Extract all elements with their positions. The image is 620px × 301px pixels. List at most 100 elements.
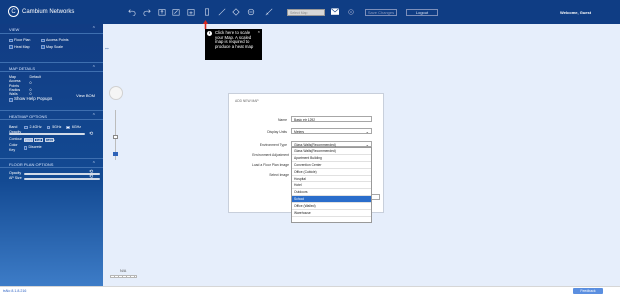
select-diamond-icon[interactable] <box>232 8 240 16</box>
map-details-header[interactable]: MAP DETAILS ⌃ <box>0 62 103 72</box>
detail-row: Access Points 0 <box>9 79 94 88</box>
footer-bar <box>0 286 620 301</box>
dropdown-option[interactable]: Hospital <box>292 176 371 183</box>
environment-adjustment-label: Environment Adjustment <box>252 153 289 157</box>
display-units-select[interactable]: Meters ⌄ <box>291 128 372 134</box>
select-image-label: Select Image <box>269 173 289 177</box>
settings-icon[interactable] <box>347 8 355 16</box>
view-section-title: VIEW <box>9 27 20 32</box>
dropdown-option[interactable]: Apartment Building <box>292 155 371 162</box>
upload-map-icon[interactable] <box>158 8 166 16</box>
view-option-heat-map[interactable]: Heat Map <box>9 45 41 50</box>
export-icon[interactable] <box>172 8 180 16</box>
scale-map-tooltip: i Click here to scale your Map. A scaled… <box>205 29 262 60</box>
contour-outline-button[interactable]: Outline <box>44 138 55 142</box>
display-units-label: Display Units <box>267 130 287 134</box>
environment-type-label: Environment Type <box>259 143 287 147</box>
heatmap-opacity-slider[interactable] <box>9 133 85 136</box>
save-changes-button[interactable]: Save Changes <box>365 9 397 16</box>
heatmap-options-title: HEATMAP OPTIONS <box>9 114 48 119</box>
top-toolbar: C Cambium Networks Select Map Save Chang… <box>0 0 620 24</box>
close-icon[interactable]: × <box>258 29 260 35</box>
map-details-body: Map Default Access Points 0 Radios 0 Walls 0… <box>0 72 103 110</box>
opacity-reset-icon[interactable]: ⟲ <box>89 132 93 137</box>
dropdown-option-selected[interactable]: School <box>292 196 371 204</box>
dropdown-option[interactable]: Hotel <box>292 182 371 190</box>
checkbox-band-6[interactable] <box>66 125 70 130</box>
view-option-floor-plan[interactable]: Floor Plan <box>9 38 41 43</box>
dropdown-option[interactable]: Outdoors <box>292 189 371 197</box>
chevron-up-icon[interactable]: ⌃ <box>92 161 96 167</box>
name-input[interactable]: Basic etr 1292 <box>291 116 372 122</box>
view-option-access-points[interactable]: Access Points <box>41 38 81 43</box>
checkbox-map-scale[interactable] <box>41 45 45 49</box>
environment-type-dropdown[interactable]: Glass Walls(Recommended) Apartment Build… <box>291 147 372 223</box>
zoom-out-icon[interactable] <box>247 8 255 16</box>
checkbox-show-help[interactable] <box>9 98 13 102</box>
detail-value: 0 <box>29 81 32 86</box>
dropdown-option[interactable]: Office (Cubicle) <box>292 169 371 176</box>
chevron-up-icon[interactable]: ⌃ <box>92 65 96 71</box>
collapse-sidebar-icon[interactable]: ⇔ <box>104 46 110 52</box>
detail-value: Default <box>29 75 41 79</box>
scale-bar <box>110 275 137 278</box>
floor-plan-options-header[interactable]: FLOOR PLAN OPTIONS ⌃ <box>0 158 103 168</box>
band-option: 2.4GHz <box>29 125 42 129</box>
contour-label: Contour <box>9 137 22 142</box>
arrow-up-icon <box>203 20 208 29</box>
chevron-up-icon[interactable]: ⌃ <box>92 26 96 32</box>
map-select[interactable]: Select Map <box>287 9 325 16</box>
zoom-slider-knob[interactable] <box>113 135 118 139</box>
welcome-text: Welcome, Guest <box>560 10 592 15</box>
heatmap-options-header[interactable]: HEATMAP OPTIONS ⌃ <box>0 110 103 120</box>
contour-row: Contour None Full Outline <box>9 137 94 142</box>
feedback-button[interactable]: Feedback <box>573 288 603 294</box>
brand-name: Cambium Networks <box>22 8 75 15</box>
dropdown-option[interactable]: Warehouse <box>292 210 371 217</box>
sidebar: VIEW ⌃ Floor Plan Access Points Heat Map… <box>0 24 103 286</box>
name-label: Name <box>277 118 287 122</box>
brand-logo: C Cambium Networks <box>8 6 74 17</box>
load-floor-plan-label: Load a Floor Plan Image <box>251 163 289 167</box>
dropdown-option[interactable]: Glass Walls(Recommended) <box>292 148 371 155</box>
band-option: 5GHz <box>52 125 62 129</box>
heatmap-options-body: Band 2.4GHz 5GHz 6GHz Opacity ⟲ Contour … <box>0 120 103 158</box>
dropdown-option[interactable]: Office (Walled) <box>292 203 371 211</box>
version-link[interactable]: tsNo 8.1.8.216 <box>3 289 26 293</box>
view-bom-link[interactable]: View BOM <box>76 93 95 99</box>
colorkey-label: Color Key <box>9 143 18 152</box>
contour-full-button[interactable]: Full <box>34 138 43 142</box>
chevron-down-icon: ⌄ <box>365 129 369 134</box>
option-label: Heat Map <box>14 44 30 49</box>
checkbox-heat-map[interactable] <box>9 45 13 49</box>
floor-plan-options-title: FLOOR PLAN OPTIONS <box>9 162 54 167</box>
checkbox-band-24[interactable] <box>24 125 28 130</box>
logout-button[interactable]: Logout <box>406 9 438 16</box>
cambium-logo-icon: C <box>8 6 19 17</box>
tooltip-text: Click here to scale your Map. A scaled m… <box>215 30 254 49</box>
door-icon[interactable] <box>203 8 211 16</box>
add-ap-icon[interactable] <box>187 8 195 16</box>
checkbox-access-points[interactable] <box>41 38 45 43</box>
dialog-title: ADD NEW MAP <box>235 99 259 103</box>
view-section-header[interactable]: VIEW ⌃ <box>0 24 103 34</box>
redo-icon[interactable] <box>143 8 151 16</box>
checkbox-floor-plan[interactable] <box>9 38 13 43</box>
ap-size-reset-icon[interactable]: ⟲ <box>89 175 93 180</box>
info-icon: i <box>207 31 212 36</box>
dialog-action-button[interactable] <box>371 194 380 200</box>
checkbox-band-5[interactable] <box>46 125 51 130</box>
undo-icon[interactable] <box>128 8 136 16</box>
mail-icon[interactable] <box>330 8 340 16</box>
scale-label: N/A <box>120 269 127 273</box>
option-label: Map Scale <box>46 44 63 49</box>
measure-icon[interactable] <box>218 8 226 16</box>
checkbox-discrete[interactable] <box>23 146 27 150</box>
dropdown-option[interactable]: Convention Center <box>292 162 371 169</box>
option-label: Floor Plan <box>14 38 31 42</box>
tape-icon[interactable] <box>265 8 273 16</box>
view-option-map-scale[interactable]: Map Scale <box>41 45 81 50</box>
chevron-up-icon[interactable]: ⌃ <box>92 113 96 119</box>
pan-control[interactable] <box>109 86 123 100</box>
contour-none-button[interactable]: None <box>23 138 33 142</box>
